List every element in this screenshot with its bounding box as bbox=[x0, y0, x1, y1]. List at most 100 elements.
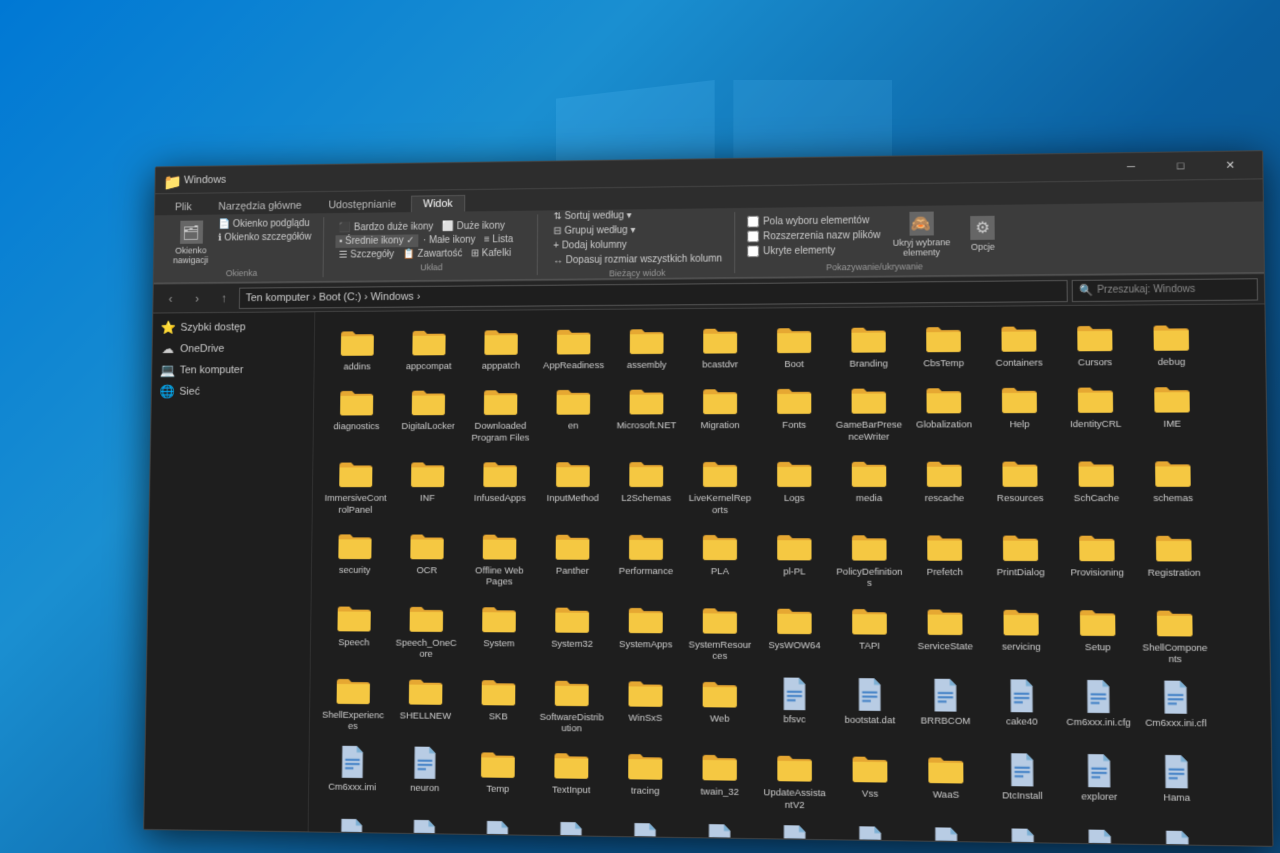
file-item[interactable]: Speech_OneCore bbox=[391, 595, 462, 666]
file-item[interactable]: PolicyDefinitions bbox=[833, 523, 906, 595]
file-item[interactable]: SystemApps bbox=[610, 596, 682, 668]
btn-male[interactable]: · Małe ikony bbox=[419, 233, 479, 246]
check-pola-wyboru[interactable]: Pola wyboru elementów bbox=[747, 214, 880, 227]
file-item[interactable]: security bbox=[320, 523, 391, 593]
btn-bardzo-duze[interactable]: ⬛ Bardzo duże ikony bbox=[335, 220, 437, 234]
file-item[interactable]: BRRBCOM bbox=[908, 671, 982, 744]
file-item[interactable]: L2Schemas bbox=[610, 450, 682, 521]
file-item[interactable]: TextInput bbox=[535, 741, 607, 813]
file-item[interactable]: ServiceState bbox=[908, 597, 982, 670]
file-item[interactable]: schemas bbox=[1135, 449, 1211, 521]
file-item[interactable]: INF bbox=[392, 451, 463, 521]
file-item[interactable]: Temp bbox=[462, 740, 534, 812]
file-item[interactable]: TAPI bbox=[833, 597, 907, 669]
btn-dopasuj[interactable]: ↔ Dopasuj rozmiar wszystkich kolumn bbox=[549, 253, 726, 268]
close-button[interactable]: ✕ bbox=[1206, 151, 1254, 180]
file-item[interactable]: Branding bbox=[832, 315, 905, 375]
btn-kafelki[interactable]: ⊞ Kafelki bbox=[467, 246, 515, 259]
file-item[interactable]: Performance bbox=[610, 523, 682, 594]
file-item[interactable]: Migration bbox=[684, 378, 756, 449]
file-item[interactable]: Resources bbox=[983, 450, 1057, 522]
file-item[interactable]: diagnostics bbox=[321, 379, 391, 449]
file-item[interactable]: addins bbox=[322, 319, 392, 377]
file-item[interactable]: ImmersiveControlPanel bbox=[320, 451, 391, 521]
file-item[interactable]: pl-PL bbox=[758, 523, 831, 595]
back-button[interactable]: ‹ bbox=[159, 287, 182, 310]
file-item[interactable]: Registration bbox=[1136, 523, 1212, 596]
file-item[interactable]: InputMethod bbox=[537, 450, 608, 520]
btn-dodaj-kolumny[interactable]: + Dodaj kolumny bbox=[549, 238, 726, 253]
file-item[interactable]: Offline Web Pages bbox=[464, 523, 535, 594]
file-item[interactable]: cake40 bbox=[984, 671, 1059, 744]
btn-srednie[interactable]: ▪ Średnie ikony ✓ bbox=[335, 234, 418, 248]
file-item[interactable]: Prefetch bbox=[908, 523, 982, 595]
file-item[interactable]: Downloaded Program Files bbox=[465, 379, 536, 449]
file-item[interactable]: IdentityCRL bbox=[1058, 376, 1133, 448]
file-item[interactable]: WinSxS bbox=[609, 669, 681, 741]
btn-opcje[interactable]: ⚙ Opcje bbox=[962, 214, 1003, 254]
file-item[interactable]: AppReadiness bbox=[538, 318, 609, 377]
file-item[interactable]: CbsTemp bbox=[907, 315, 980, 375]
file-item[interactable]: neuron bbox=[389, 740, 460, 812]
btn-ukryj-wybrane[interactable]: 🙈 Ukryj wybraneelementy bbox=[889, 209, 955, 259]
file-item[interactable]: explorer bbox=[1061, 747, 1137, 821]
file-item[interactable]: Speech bbox=[319, 594, 390, 665]
file-item[interactable]: Panther bbox=[537, 523, 609, 594]
btn-lista[interactable]: ≡ Lista bbox=[480, 233, 517, 246]
file-item[interactable]: Setup bbox=[1060, 598, 1135, 671]
forward-button[interactable]: › bbox=[186, 286, 209, 309]
file-item[interactable]: SKB bbox=[463, 668, 535, 740]
file-item[interactable]: DtcInstall bbox=[985, 746, 1060, 820]
file-item[interactable]: SysWOW64 bbox=[758, 596, 831, 668]
file-item[interactable]: LiveKernelReports bbox=[684, 450, 756, 521]
file-item[interactable]: bcastdvr bbox=[684, 317, 756, 376]
tab-widok[interactable]: Widok bbox=[410, 195, 465, 212]
file-item[interactable]: assembly bbox=[611, 317, 682, 376]
file-item[interactable]: DigitalLocker bbox=[393, 379, 464, 449]
btn-grupuj[interactable]: ⊟ Grupuj według ▾ bbox=[549, 223, 726, 238]
file-item[interactable]: rescache bbox=[907, 450, 981, 522]
file-item[interactable]: GameBarPresenceWriter bbox=[832, 377, 905, 448]
file-item[interactable]: SoftwareDistribution bbox=[536, 668, 608, 740]
file-item[interactable]: InfusedApps bbox=[464, 451, 535, 521]
file-item[interactable]: bfsvc bbox=[758, 670, 831, 743]
checkbox-pola-wyboru[interactable] bbox=[747, 216, 759, 228]
file-item[interactable]: ShellComponents bbox=[1137, 598, 1213, 671]
up-button[interactable]: ↑ bbox=[212, 286, 235, 309]
file-item[interactable]: Cursors bbox=[1058, 314, 1133, 374]
file-item[interactable]: Logs bbox=[758, 450, 831, 521]
file-item[interactable]: bootstat.dat bbox=[833, 670, 907, 743]
nav-item-onedrive[interactable]: ☁ OneDrive bbox=[152, 338, 314, 360]
nav-item-this-pc[interactable]: 💻 Ten komputer bbox=[152, 359, 314, 381]
btn-duze[interactable]: ⬜ Duże ikony bbox=[438, 219, 509, 233]
file-item[interactable]: twain_32 bbox=[683, 743, 756, 816]
file-item[interactable]: Globalization bbox=[907, 376, 981, 447]
file-item[interactable]: IME bbox=[1134, 375, 1210, 447]
file-item[interactable]: difxapi.dll bbox=[1139, 823, 1215, 846]
file-item[interactable]: PLA bbox=[684, 523, 756, 594]
btn-zawartosc[interactable]: 📋 Zawartość bbox=[399, 247, 466, 260]
tab-narzedzia[interactable]: Narzędzia główne bbox=[206, 197, 314, 215]
file-item[interactable]: Provisioning bbox=[1059, 523, 1134, 595]
file-item[interactable]: Boot bbox=[758, 316, 830, 376]
btn-szczegoly[interactable]: ☰ Szczegóły bbox=[335, 248, 398, 261]
file-item[interactable]: servicing bbox=[984, 597, 1059, 670]
file-item[interactable]: debug bbox=[1134, 313, 1209, 374]
minimize-button[interactable]: ─ bbox=[1107, 152, 1155, 181]
tab-plik[interactable]: Plik bbox=[163, 198, 205, 215]
file-item[interactable]: UpdateAssistantV2 bbox=[758, 744, 831, 817]
file-item[interactable]: SchCache bbox=[1059, 449, 1134, 521]
file-item[interactable]: Cm6xxx.imi bbox=[317, 739, 388, 811]
btn-okienko-podgladu[interactable]: 📄 Okienko podglądu bbox=[214, 217, 315, 231]
file-item[interactable]: Containers bbox=[982, 314, 1056, 374]
address-path[interactable]: Ten komputer › Boot (C:) › Windows › bbox=[239, 279, 1068, 308]
file-item[interactable]: tracing bbox=[609, 742, 681, 815]
btn-sortuj[interactable]: ⇅ Sortuj według ▾ bbox=[550, 208, 727, 223]
file-item[interactable]: System32 bbox=[536, 595, 608, 666]
file-item[interactable]: Web bbox=[683, 669, 756, 741]
file-item[interactable]: en bbox=[538, 378, 609, 448]
btn-okienko-nawigacji[interactable]: 🗂 Okienkonawigacji bbox=[169, 218, 212, 267]
file-item[interactable]: PrintDialog bbox=[983, 523, 1058, 595]
checkbox-rozszerzenia[interactable] bbox=[747, 230, 759, 242]
file-item[interactable]: Cm6xxx.ini.cfg bbox=[1061, 672, 1137, 746]
